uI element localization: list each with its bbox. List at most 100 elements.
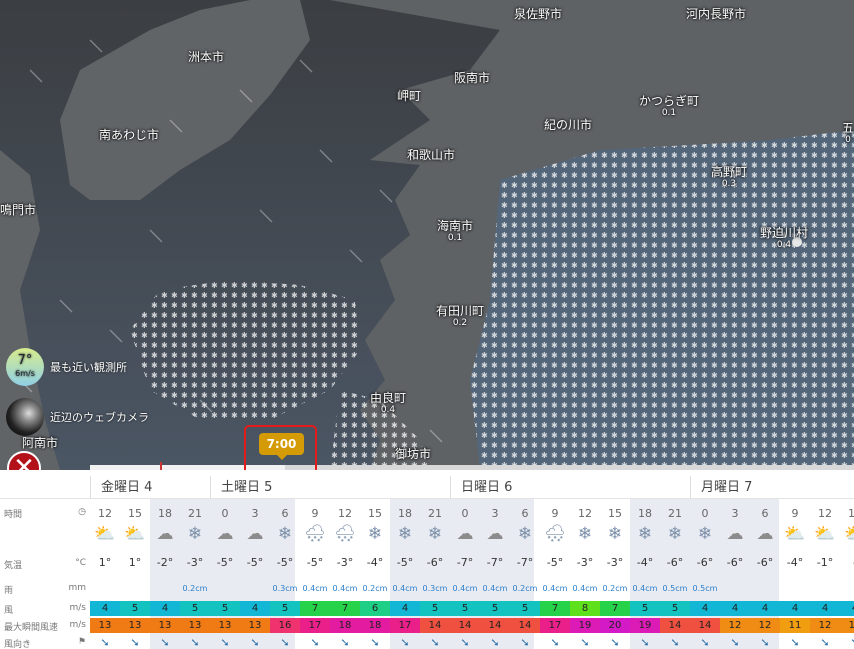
hour-cell: 21	[428, 507, 442, 520]
wind-cell: 4	[840, 601, 854, 616]
rain-cell: 0.4cm	[452, 584, 478, 593]
rain-cell: 0.5cm	[662, 584, 688, 593]
flag-icon: ⚑	[77, 637, 86, 647]
city-label: 海南市 0.1	[436, 219, 474, 244]
hour-cell: 15	[368, 507, 382, 520]
weather-map[interactable]: ✱ 泉佐野市 河内長野市 洲本市 阪南市 岬町 か	[0, 0, 854, 470]
city-label: 御坊市	[394, 447, 432, 461]
gust-cell: 17	[390, 618, 420, 633]
hour-cell: 0	[221, 507, 229, 520]
hour-cell: 3	[491, 507, 499, 520]
wind-arrow-icon: ➘	[160, 636, 170, 649]
hour-cell: 12	[578, 507, 592, 520]
day-label[interactable]: 土曜日 5	[210, 476, 272, 498]
wind-arrow-icon: ➘	[400, 636, 410, 649]
wind-cell: 5	[510, 601, 540, 616]
temp-cell: -4°	[366, 556, 384, 569]
wind-row-label: 風 m/s	[4, 603, 86, 616]
rain-cell: 0.2cm	[362, 584, 388, 593]
temp-cell: 1°	[128, 556, 142, 569]
hour-cell: 6	[281, 507, 289, 520]
temp-cell: -7°	[516, 556, 534, 569]
wind-cell: 5	[210, 601, 240, 616]
dir-row-label: 風向き ⚑	[4, 637, 86, 649]
temp-cell: -	[840, 556, 854, 569]
gust-cell: 13	[120, 618, 150, 633]
wind-row: 45455457764555578755444444	[90, 601, 854, 616]
temp-cell: -6°	[726, 556, 744, 569]
hour-cell: 21	[668, 507, 682, 520]
temp-cell: -5°	[216, 556, 234, 569]
hour-cell: 9	[311, 507, 319, 520]
rain-cell: 0.4cm	[542, 584, 568, 593]
gust-cell: 12	[720, 618, 750, 633]
rain-row: 0.2cm 0.3cm 0.4cm 0.4cm 0.2cm 0.4cm 0.3cm 0.4cm…	[90, 584, 854, 596]
gust-cell: 14	[690, 618, 720, 633]
wind-cell: 4	[810, 601, 840, 616]
hour-cell: 9	[791, 507, 799, 520]
day-label[interactable]: 日曜日 6	[450, 476, 512, 498]
rain-cell: 0.4cm	[572, 584, 598, 593]
webcam-button[interactable]: 近辺のウェブカメラ	[6, 398, 149, 436]
temp-cell: -4°	[636, 556, 654, 569]
wind-cell: 5	[270, 601, 300, 616]
day-label[interactable]: 金曜日 4	[90, 476, 152, 498]
gust-cell: 19	[570, 618, 600, 633]
wind-cell: 8	[570, 601, 600, 616]
wind-arrow-icon: ➘	[250, 636, 260, 649]
time-row-label: 時間 ◷	[4, 507, 86, 520]
hour-cell: 21	[188, 507, 202, 520]
gust-cell: 18	[360, 618, 390, 633]
gust-cell: 12	[810, 618, 840, 633]
cloudy-snow-icon: ❄	[427, 524, 443, 544]
temp-cell: -5°	[246, 556, 264, 569]
partly-cloudy-icon: ⛅	[94, 524, 116, 544]
cloudy-icon: ☁	[246, 524, 264, 544]
day-header-row: 金曜日 4 土曜日 5 日曜日 6 月曜日 7	[0, 470, 854, 499]
wind-arrow-icon: ➘	[370, 636, 380, 649]
partly-cloudy-icon: ⛅	[784, 524, 806, 544]
day-label[interactable]: 月曜日 7	[690, 476, 752, 498]
wind-cell: 5	[630, 601, 660, 616]
temp-cell: -3°	[186, 556, 204, 569]
rain-cell: 0.3cm	[272, 584, 298, 593]
city-label: 阪南市	[453, 71, 491, 85]
cloudy-icon: ☁	[726, 524, 744, 544]
city-label: 洲本市	[187, 50, 225, 64]
wind-cell: 5	[420, 601, 450, 616]
city-label: 鳴門市	[0, 203, 37, 217]
nearest-station-button[interactable]: 7° 6m/s 最も近い観測所	[6, 348, 127, 386]
gust-cell: 18	[330, 618, 360, 633]
wind-cell: 4	[780, 601, 810, 616]
wind-arrow-icon: ➘	[460, 636, 470, 649]
wind-arrow-icon: ➘	[580, 636, 590, 649]
rain-cell: 0.2cm	[182, 584, 208, 593]
wind-cell: 4	[150, 601, 180, 616]
wind-arrow-icon: ➘	[430, 636, 440, 649]
wind-cell: 5	[660, 601, 690, 616]
gust-cell: 13	[90, 618, 120, 633]
hour-cell: 3	[731, 507, 739, 520]
city-label: 五0	[841, 121, 854, 146]
temp-cell: -3°	[606, 556, 624, 569]
rain-cell: 0.2cm	[602, 584, 628, 593]
rain-cell: 0.4cm	[332, 584, 358, 593]
wind-cell: 4	[690, 601, 720, 616]
city-label: 有田川町 0.2	[435, 304, 485, 329]
temp-cell: -3°	[336, 556, 354, 569]
cloudy-snow-icon: ❄	[367, 524, 383, 544]
wind-arrow-icon: ➘	[730, 636, 740, 649]
hour-cell: 9	[551, 507, 559, 520]
wind-arrow-icon: ➘	[280, 636, 290, 649]
cloudy-snow-icon: ❄	[577, 524, 593, 544]
partly-snow-icon: 🌨	[544, 524, 566, 544]
cloudy-snow-icon: ❄	[187, 524, 203, 544]
wind-cell: 4	[240, 601, 270, 616]
city-label: 岬町	[396, 89, 422, 103]
cloudy-icon: ☁	[156, 524, 174, 544]
gust-cell: 12	[750, 618, 780, 633]
wind-dir-row: ➘ ➘ ➘ ➘ ➘ ➘ ➘ ➘ ➘ ➘ ➘ ➘ ➘ ➘ ➘ ➘ ➘ ➘ ➘ ➘ ➘ ➘ ➘ ➘ ➘ ➘	[90, 636, 854, 649]
hour-cell: 15	[608, 507, 622, 520]
temp-row: 1° 1° -2° -3° -5° -5° -5° -5° -3° -4° -5° -6° -7° -7°…	[90, 556, 854, 572]
rain-cell: 0.4cm	[482, 584, 508, 593]
